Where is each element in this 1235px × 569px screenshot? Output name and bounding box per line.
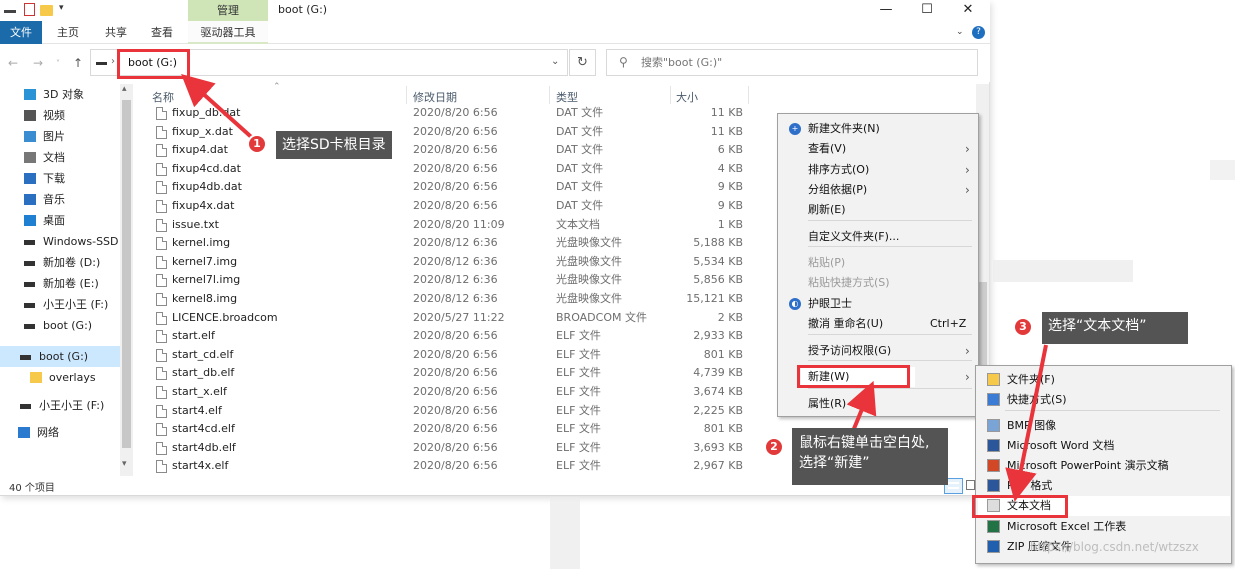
annotation-callout-1: 选择SD卡根目录 — [276, 131, 392, 159]
blurred-region — [550, 497, 580, 569]
annotation-badge-2: 2 — [764, 437, 784, 457]
annotation-callout-3: 选择“文本文档” — [1042, 312, 1188, 344]
annotation-callout-2-line2: 选择“新建” — [799, 455, 870, 471]
blurred-region — [1210, 160, 1235, 180]
watermark: https://blog.csdn.net/wtzszx — [1030, 540, 1199, 554]
arrow-3 — [1005, 344, 1048, 502]
arrow-1 — [181, 73, 260, 145]
annotation-badge-3: 3 — [1013, 317, 1033, 337]
annotation-callout-2: 鼠标右键单击空白处, 选择“新建” — [792, 428, 948, 485]
annotation-callout-2-line1: 鼠标右键单击空白处, — [799, 435, 930, 451]
annotation-badge-1: 1 — [247, 134, 267, 154]
annotation-arrows — [181, 73, 1048, 502]
blurred-region — [993, 260, 1133, 282]
